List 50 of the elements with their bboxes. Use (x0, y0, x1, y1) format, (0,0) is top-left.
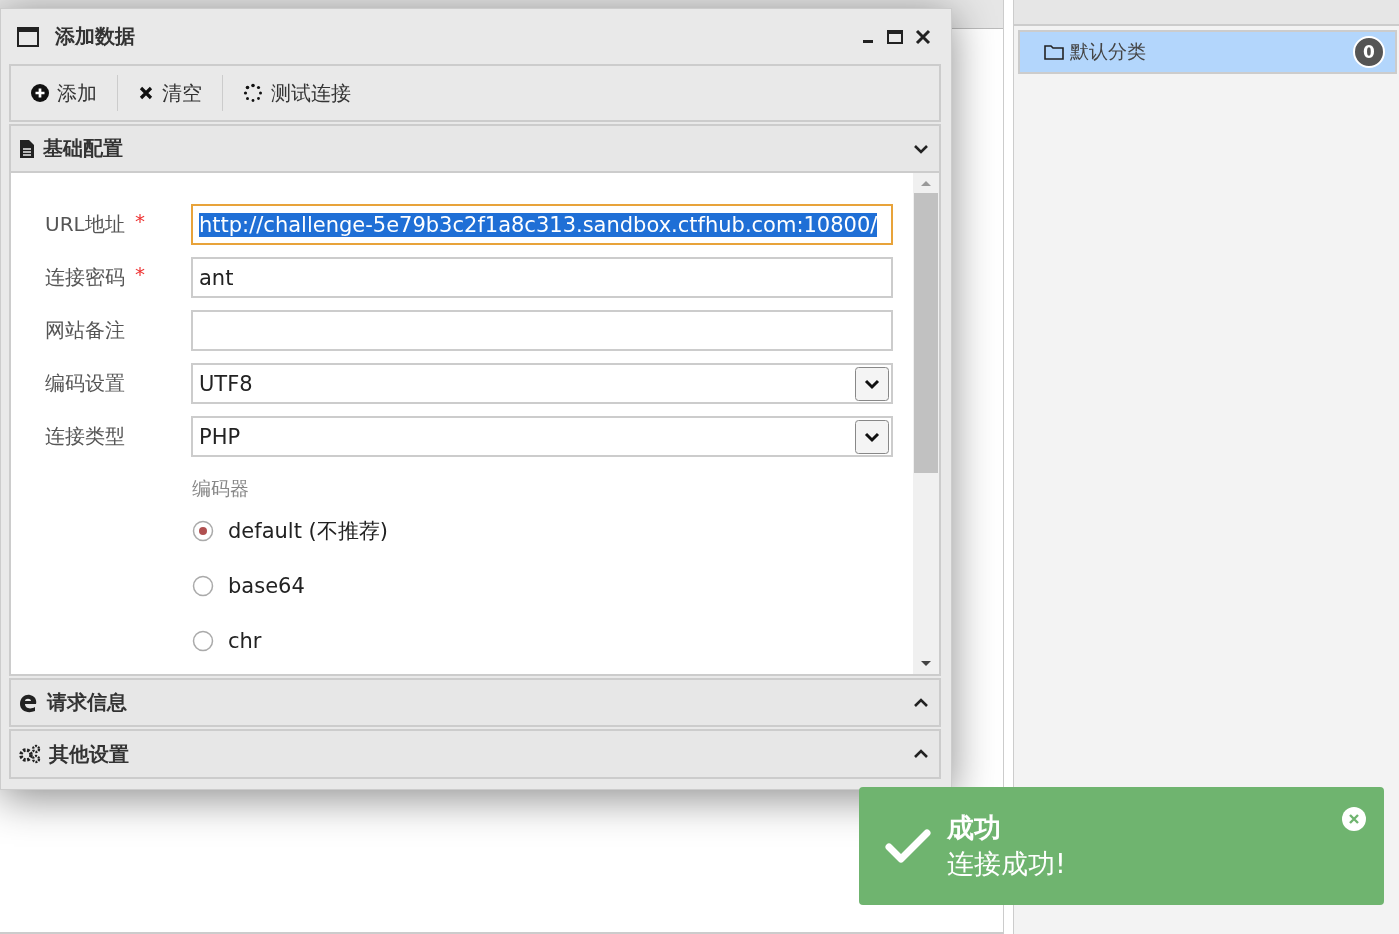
chevron-down-icon (913, 142, 929, 155)
window-title: 添加数据 (55, 23, 135, 51)
spinner-icon (243, 83, 263, 104)
radio-label[interactable]: base64 (228, 573, 305, 598)
group-label: 编码器 (192, 476, 250, 502)
section-header[interactable]: 基础配置 (9, 123, 941, 174)
category-item[interactable]: 默认分类 0 (1018, 30, 1397, 74)
close-icon (138, 85, 154, 102)
section-header[interactable]: 请求信息 (9, 677, 941, 728)
input-field[interactable]: ant (191, 257, 893, 299)
radio-label[interactable]: default (不推荐) (228, 516, 388, 545)
count-badge: 0 (1353, 36, 1385, 68)
toast-message: 连接成功! (947, 847, 1066, 881)
document-icon (19, 138, 35, 159)
maximize-icon[interactable] (887, 29, 903, 44)
scrollbar[interactable] (913, 173, 939, 674)
dropdown-field[interactable]: UTF8 (191, 363, 893, 405)
radio-button[interactable] (192, 574, 214, 597)
dropdown-field[interactable]: PHP (191, 416, 893, 458)
toolbar-button[interactable]: 添加 (23, 79, 105, 107)
chevron-down-icon (855, 419, 889, 454)
category-label: 默认分类 (1070, 39, 1146, 64)
field-label: 网站备注 (45, 317, 126, 345)
input-field[interactable]: http://challenge-5e79b3c2f1a8c313.sandbox.ctfhub.com:10800/ (191, 204, 893, 246)
field-label: 编码设置 (45, 370, 126, 398)
toolbar-button[interactable]: 测试连接 (235, 79, 359, 107)
required-mark: * (135, 209, 146, 234)
scroll-thumb[interactable] (914, 193, 938, 474)
field-label: URL地址 (45, 211, 126, 239)
browser-icon (19, 692, 39, 713)
section-header[interactable]: 其他设置 (9, 729, 941, 779)
field-label: 连接类型 (45, 423, 126, 451)
chevron-down-icon (855, 366, 889, 401)
folder-icon (1044, 44, 1064, 60)
radio-button[interactable] (192, 519, 214, 542)
checkmark-icon (885, 828, 931, 864)
toolbar-button[interactable]: 清空 (130, 79, 210, 107)
field-label: 连接密码 (45, 264, 126, 292)
scroll-up-icon[interactable] (920, 179, 932, 188)
close-icon[interactable] (915, 28, 931, 45)
toast-title: 成功 (947, 811, 1002, 845)
required-mark: * (135, 262, 146, 287)
scroll-down-icon[interactable] (920, 659, 932, 668)
chevron-up-icon (913, 696, 929, 709)
gears-icon (19, 744, 41, 765)
radio-button[interactable] (192, 629, 214, 652)
plus-icon (31, 84, 49, 103)
radio-label[interactable]: chr (228, 628, 262, 653)
window-icon (17, 26, 39, 47)
input-field[interactable] (191, 310, 893, 352)
